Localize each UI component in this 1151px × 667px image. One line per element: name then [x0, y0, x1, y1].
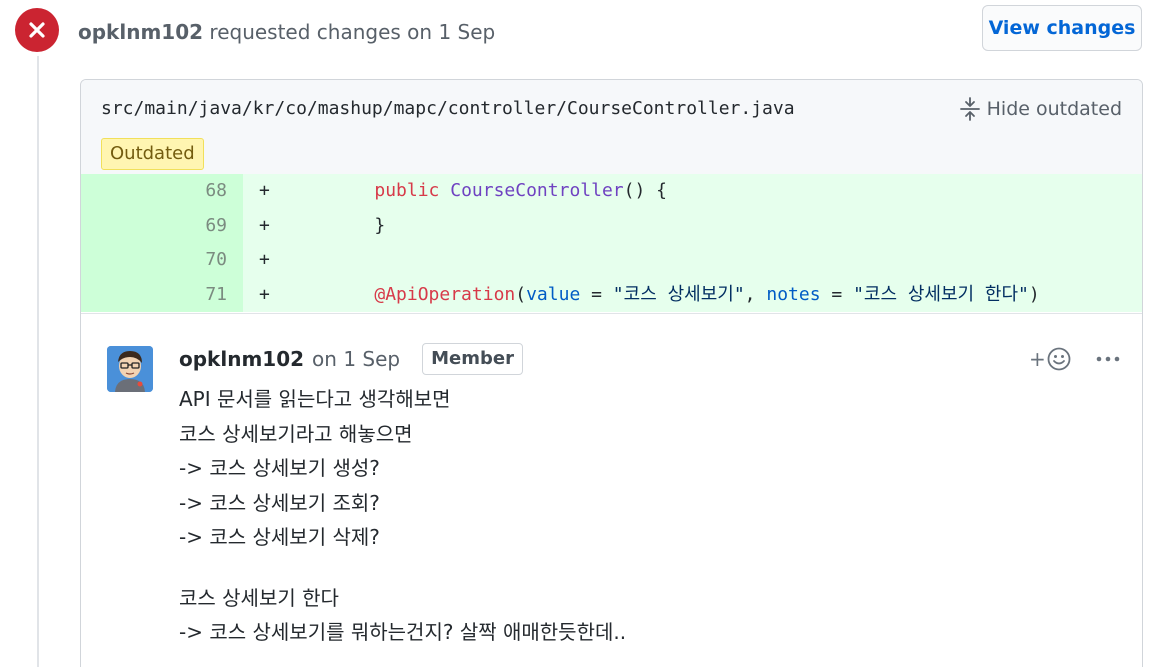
comment-line: 코스 상세보기라고 해놓으면 [179, 421, 413, 446]
diff-line: 69 + } [81, 208, 1142, 243]
diff-addition-marker: + [259, 180, 270, 201]
code-text: ) [1028, 283, 1040, 305]
code-text: = [820, 283, 854, 305]
reaction-plus: + [1029, 347, 1046, 371]
code-param: value [526, 283, 581, 305]
kebab-horizontal-icon [1096, 356, 1120, 362]
file-path[interactable]: src/main/java/kr/co/mashup/mapc/controll… [101, 96, 795, 122]
comment-options-button[interactable] [1095, 344, 1121, 374]
line-number[interactable]: 71 [81, 277, 243, 312]
review-author-link[interactable]: opklnm102 [78, 20, 203, 44]
hide-outdated-label: Hide outdated [986, 98, 1122, 120]
code-annotation: @ApiOperation [374, 283, 516, 305]
fold-icon [959, 97, 980, 121]
code-text: ( [515, 283, 527, 305]
code-text: () { [623, 180, 667, 201]
comment-body: API 문서를 읽는다고 생각해보면 코스 상세보기라고 해놓으면 -> 코스 … [179, 382, 1079, 650]
diff-code: public CourseController() { [331, 174, 667, 208]
pr-review-timeline: opklnm102 requested changes on 1 Sep Vie… [0, 0, 1151, 667]
comment-line: -> 코스 상세보기 생성? [179, 456, 380, 480]
avatar[interactable] [107, 346, 153, 392]
comment-line: -> 코스 상세보기 조회? [179, 490, 380, 515]
diff-addition-marker: + [259, 214, 270, 236]
comment-timestamp-link[interactable]: on 1 Sep [312, 347, 400, 371]
diff-line: 70 + [81, 243, 1142, 278]
diff-code: @ApiOperation(value = "코스 상세보기", notes =… [331, 278, 1040, 312]
line-number[interactable]: 69 [81, 208, 243, 243]
x-icon [29, 22, 45, 38]
member-badge: Member [422, 343, 523, 375]
view-changes-button[interactable]: View changes [982, 5, 1142, 51]
code-text: , [744, 283, 767, 305]
line-number[interactable]: 70 [81, 243, 243, 278]
code-string: "코스 상세보기 한다" [853, 283, 1029, 305]
comment-line: API 문서를 읽는다고 생각해보면 [179, 387, 451, 411]
code-function-name: CourseController [450, 180, 624, 201]
code-keyword: public [374, 180, 440, 201]
diff-code: } [331, 209, 385, 243]
diff-addition-marker: + [259, 283, 270, 305]
review-action-text: requested changes on 1 Sep [209, 20, 496, 44]
smiley-icon [1047, 347, 1071, 371]
add-reaction-button[interactable]: + [1029, 344, 1072, 374]
comment-header: opklnm102 on 1 Sep Member [179, 342, 523, 376]
code-string: "코스 상세보기" [612, 283, 745, 305]
diff-line: 68 + public CourseController() { [81, 174, 1142, 209]
comment-author-link[interactable]: opklnm102 [179, 347, 304, 371]
comment-line: -> 코스 상세보기를 뭐하는건지? 살짝 애매한듯한데.. [179, 620, 627, 644]
comment-line: 코스 상세보기 한다 [179, 585, 339, 610]
review-comment: opklnm102 on 1 Sep Member + API 문서를 읽는다고… [81, 313, 1142, 667]
outdated-badge: Outdated [101, 138, 204, 170]
comment-line: -> 코스 상세보기 삭제? [179, 525, 380, 549]
timeline-line [37, 40, 39, 667]
diff-line: 71 + @ApiOperation(value = "코스 상세보기", no… [81, 277, 1142, 312]
diff-addition-marker: + [259, 249, 270, 270]
review-header: opklnm102 requested changes on 1 Sep [78, 18, 495, 46]
code-text: = [580, 283, 613, 305]
hide-outdated-button[interactable]: Hide outdated [959, 96, 1122, 122]
code-param: notes [766, 283, 821, 305]
code-text: } [374, 214, 386, 236]
review-file-box: src/main/java/kr/co/mashup/mapc/controll… [80, 79, 1143, 667]
changes-requested-icon [15, 8, 59, 52]
line-number[interactable]: 68 [81, 174, 243, 209]
avatar-image [107, 346, 153, 392]
diff-snippet: 68 + public CourseController() { 69 + } … [81, 174, 1142, 312]
file-header: src/main/java/kr/co/mashup/mapc/controll… [81, 80, 1142, 175]
